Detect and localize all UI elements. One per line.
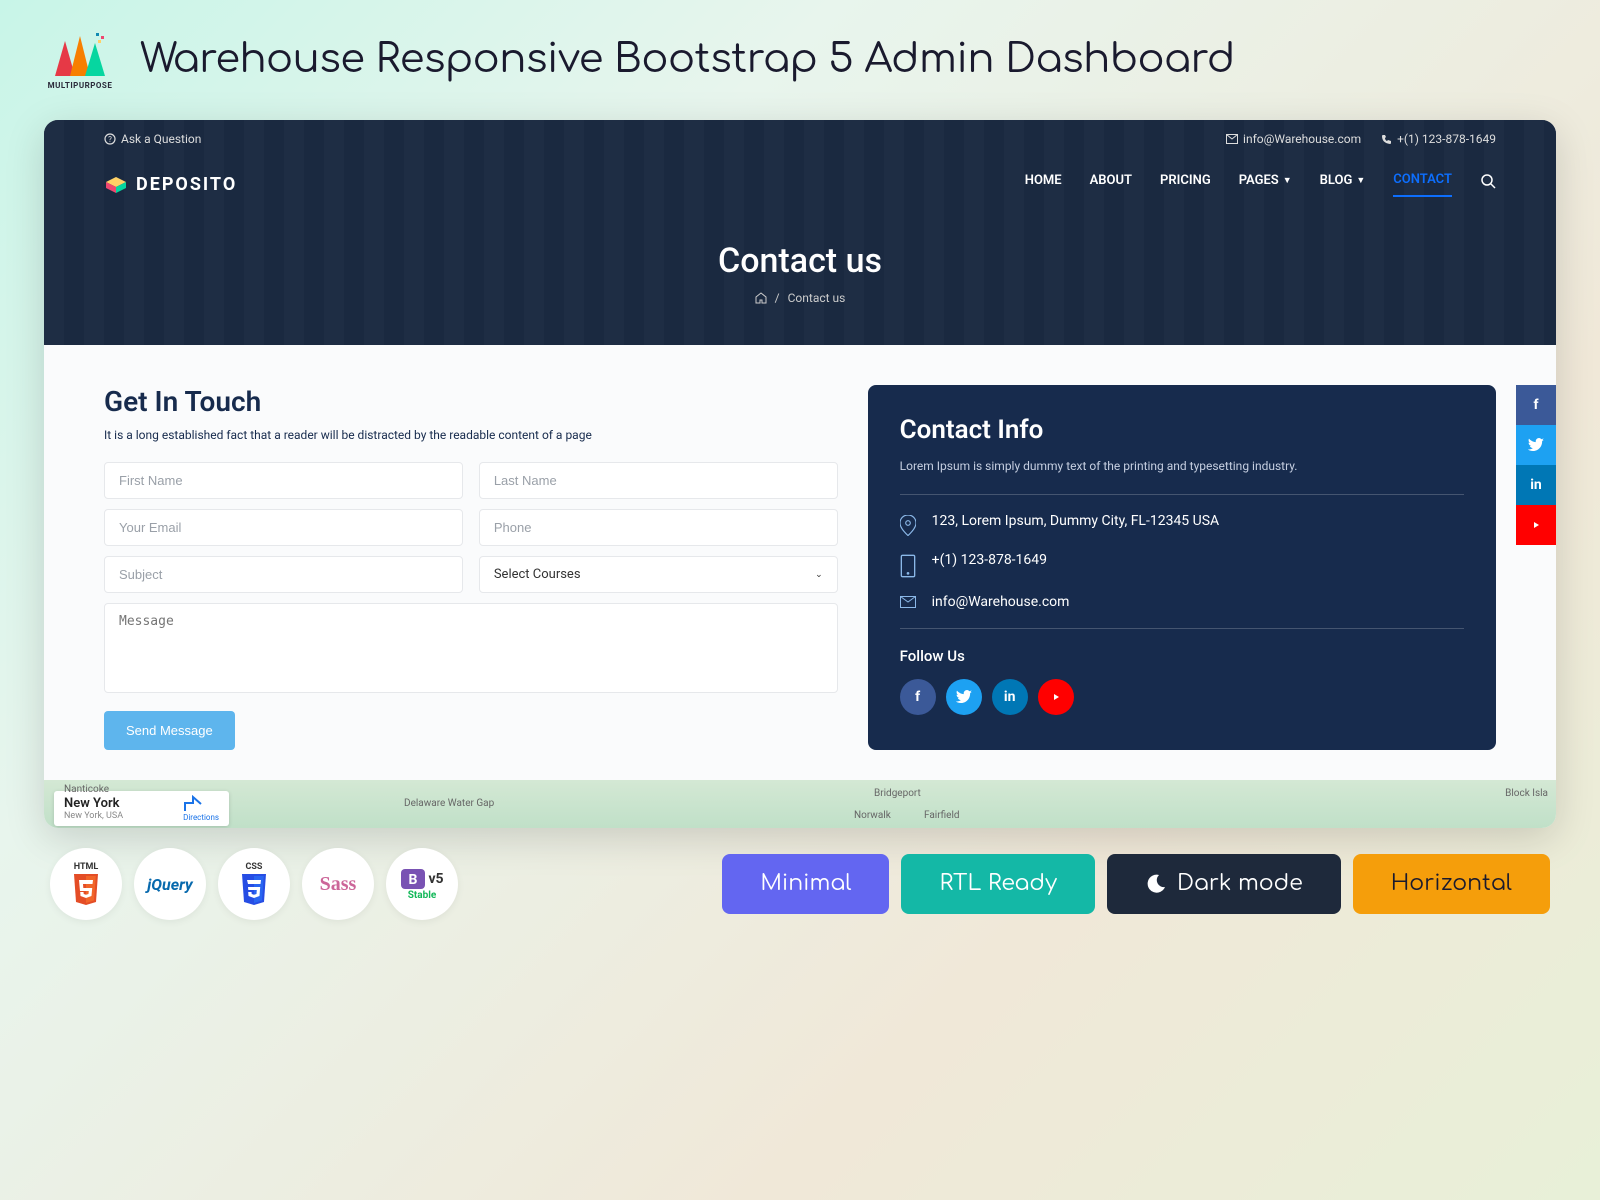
youtube-button[interactable] <box>1038 679 1074 715</box>
info-address: 123, Lorem Ipsum, Dummy City, FL-12345 U… <box>900 513 1464 536</box>
nav-blog[interactable]: BLOG▼ <box>1320 173 1366 196</box>
phone-icon <box>1381 134 1392 145</box>
side-twitter-button[interactable] <box>1516 425 1556 465</box>
info-description: Lorem Ipsum is simply dummy text of the … <box>900 457 1464 476</box>
nav-search[interactable] <box>1480 173 1496 197</box>
chevron-down-icon: ▼ <box>1356 175 1365 186</box>
html5-icon <box>71 872 101 906</box>
twitter-button[interactable] <box>946 679 982 715</box>
tech-jquery: jQuery <box>134 848 206 920</box>
breadcrumb: / Contact us <box>44 291 1556 305</box>
search-icon <box>1480 173 1496 189</box>
side-facebook-button[interactable]: f <box>1516 385 1556 425</box>
screenshot-preview: ? Ask a Question info@Warehouse.com +(1)… <box>44 120 1556 828</box>
box-icon <box>104 175 128 195</box>
jquery-icon: jQuery <box>147 875 192 894</box>
email-input[interactable] <box>104 509 463 546</box>
multipurpose-logo: MULTIPURPOSE <box>40 20 120 100</box>
minimal-button[interactable]: Minimal <box>722 854 889 914</box>
subject-input[interactable] <box>104 556 463 593</box>
bootstrap-icon: B <box>400 868 426 890</box>
side-youtube-button[interactable] <box>1516 505 1556 545</box>
tech-sass: Sass <box>302 848 374 920</box>
svg-text:?: ? <box>108 135 112 144</box>
tech-css3: CSS <box>218 848 290 920</box>
send-message-button[interactable]: Send Message <box>104 711 235 750</box>
topbar-email[interactable]: info@Warehouse.com <box>1226 132 1361 146</box>
map-pin-icon <box>900 515 916 536</box>
home-icon[interactable] <box>755 292 767 304</box>
topbar-phone[interactable]: +(1) 123-878-1649 <box>1381 132 1496 146</box>
dark-mode-button[interactable]: Dark mode <box>1107 854 1341 914</box>
nav-pages[interactable]: PAGES▼ <box>1239 173 1292 196</box>
css3-icon <box>239 872 269 906</box>
chevron-down-icon: ⌄ <box>815 570 823 580</box>
mobile-icon <box>900 554 916 578</box>
youtube-icon <box>1529 520 1543 530</box>
phone-input[interactable] <box>479 509 838 546</box>
nav-about[interactable]: ABOUT <box>1090 173 1132 196</box>
chevron-down-icon: ▼ <box>1283 175 1292 186</box>
form-heading: Get In Touch <box>104 385 838 418</box>
moon-icon <box>1145 873 1167 895</box>
svg-text:B: B <box>409 872 418 888</box>
tech-bootstrap: B v5 Stable <box>386 848 458 920</box>
nav-home[interactable]: HOME <box>1025 173 1062 196</box>
tech-html5: HTML <box>50 848 122 920</box>
envelope-icon <box>900 596 916 608</box>
form-subtitle: It is a long established fact that a rea… <box>104 428 838 442</box>
ask-question-link[interactable]: ? Ask a Question <box>104 132 201 146</box>
brand-logo[interactable]: DEPOSITO <box>104 174 237 195</box>
envelope-icon <box>1226 134 1238 144</box>
sass-icon: Sass <box>320 873 357 896</box>
message-textarea[interactable] <box>104 603 838 693</box>
page-title: Warehouse Responsive Bootstrap 5 Admin D… <box>140 38 1235 82</box>
horizontal-button[interactable]: Horizontal <box>1353 854 1550 914</box>
last-name-input[interactable] <box>479 462 838 499</box>
youtube-icon <box>1049 692 1063 702</box>
first-name-input[interactable] <box>104 462 463 499</box>
facebook-button[interactable]: f <box>900 679 936 715</box>
info-email: info@Warehouse.com <box>900 594 1464 610</box>
map-preview[interactable]: Nanticoke Delaware Water Gap Bridgeport … <box>44 780 1556 828</box>
linkedin-button[interactable]: in <box>992 679 1028 715</box>
rtl-ready-button[interactable]: RTL Ready <box>901 854 1095 914</box>
info-phone: +(1) 123-878-1649 <box>900 552 1464 578</box>
contact-info-card: Contact Info Lorem Ipsum is simply dummy… <box>868 385 1496 750</box>
courses-select[interactable]: Select Courses ⌄ <box>479 556 838 593</box>
side-linkedin-button[interactable]: in <box>1516 465 1556 505</box>
nav-pricing[interactable]: PRICING <box>1160 173 1211 196</box>
nav-contact[interactable]: CONTACT <box>1393 172 1452 197</box>
info-heading: Contact Info <box>900 415 1464 445</box>
twitter-icon <box>956 690 972 704</box>
help-icon: ? <box>104 133 116 145</box>
hero-title: Contact us <box>44 241 1556 281</box>
twitter-icon <box>1528 438 1544 452</box>
follow-us-label: Follow Us <box>900 647 1464 665</box>
